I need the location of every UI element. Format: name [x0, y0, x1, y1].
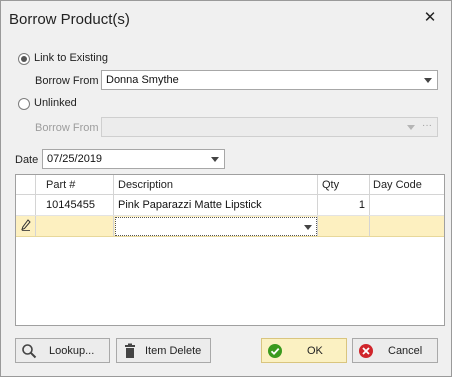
ellipsis-button[interactable]: ···	[419, 119, 435, 135]
unlinked-label[interactable]: Unlinked	[34, 97, 77, 109]
borrow-products-dialog: Borrow Product(s) ✕ Link to Existing Bor…	[0, 0, 452, 377]
qty[interactable]: 1	[318, 199, 365, 211]
date-value: 07/25/2019	[47, 153, 103, 165]
part-number[interactable]: 10145455	[46, 199, 95, 211]
column-header-qty[interactable]: Qty	[322, 179, 339, 191]
checkmark-icon	[267, 343, 283, 359]
close-icon: ✕	[423, 9, 437, 26]
column-header-description[interactable]: Description	[118, 179, 173, 191]
chevron-down-icon[interactable]	[211, 157, 219, 162]
pencil-icon	[21, 219, 31, 234]
item-delete-button[interactable]: Item Delete	[116, 338, 211, 363]
magnifier-icon	[21, 343, 37, 359]
column-header-day-code[interactable]: Day Code	[373, 179, 422, 191]
cancel-button[interactable]: Cancel	[352, 338, 438, 363]
column-header-part[interactable]: Part #	[46, 179, 75, 191]
link-to-existing-radio[interactable]	[18, 53, 30, 65]
cancel-icon	[358, 343, 374, 359]
new-row-qty-cell	[318, 216, 370, 236]
borrow-from-label: Borrow From	[35, 75, 99, 87]
date-picker[interactable]: 07/25/2019	[42, 149, 225, 169]
description[interactable]: Pink Paparazzi Matte Lipstick	[118, 199, 262, 211]
items-grid: Part # Description Qty Day Code 10145455…	[15, 174, 445, 326]
date-label: Date	[15, 154, 39, 166]
title-bar: Borrow Product(s) ✕	[1, 1, 451, 37]
trash-icon	[122, 343, 138, 359]
chevron-down-icon[interactable]	[407, 125, 415, 130]
link-to-existing-label[interactable]: Link to Existing	[34, 52, 108, 64]
borrow-from-combo[interactable]: Donna Smythe	[101, 70, 438, 90]
ok-button[interactable]: OK	[261, 338, 347, 363]
cancel-label: Cancel	[388, 345, 423, 357]
row-indicator	[16, 195, 36, 215]
ok-label: OK	[307, 345, 323, 357]
item-delete-label: Item Delete	[145, 345, 202, 357]
chevron-down-icon[interactable]	[304, 225, 312, 230]
table-row[interactable]: 10145455 Pink Paparazzi Matte Lipstick 1	[16, 195, 444, 216]
lookup-button[interactable]: Lookup...	[15, 338, 110, 363]
dialog-title: Borrow Product(s)	[9, 11, 130, 28]
indicator-column	[16, 175, 36, 194]
grid-header: Part # Description Qty Day Code	[16, 175, 444, 195]
unlinked-borrow-from-combo[interactable]: ···	[101, 117, 438, 137]
unlinked-borrow-from-label: Borrow From	[35, 122, 99, 134]
chevron-down-icon[interactable]	[424, 78, 432, 83]
close-button[interactable]: ✕	[423, 9, 437, 26]
description-dropdown-editor[interactable]	[115, 217, 317, 236]
new-item-row[interactable]	[16, 216, 444, 237]
dialog-content: Link to Existing Borrow From Donna Smyth…	[8, 41, 445, 368]
unlinked-radio[interactable]	[18, 98, 30, 110]
lookup-label: Lookup...	[49, 345, 95, 357]
new-row-part-cell	[36, 216, 114, 236]
borrow-from-value: Donna Smythe	[106, 74, 179, 86]
